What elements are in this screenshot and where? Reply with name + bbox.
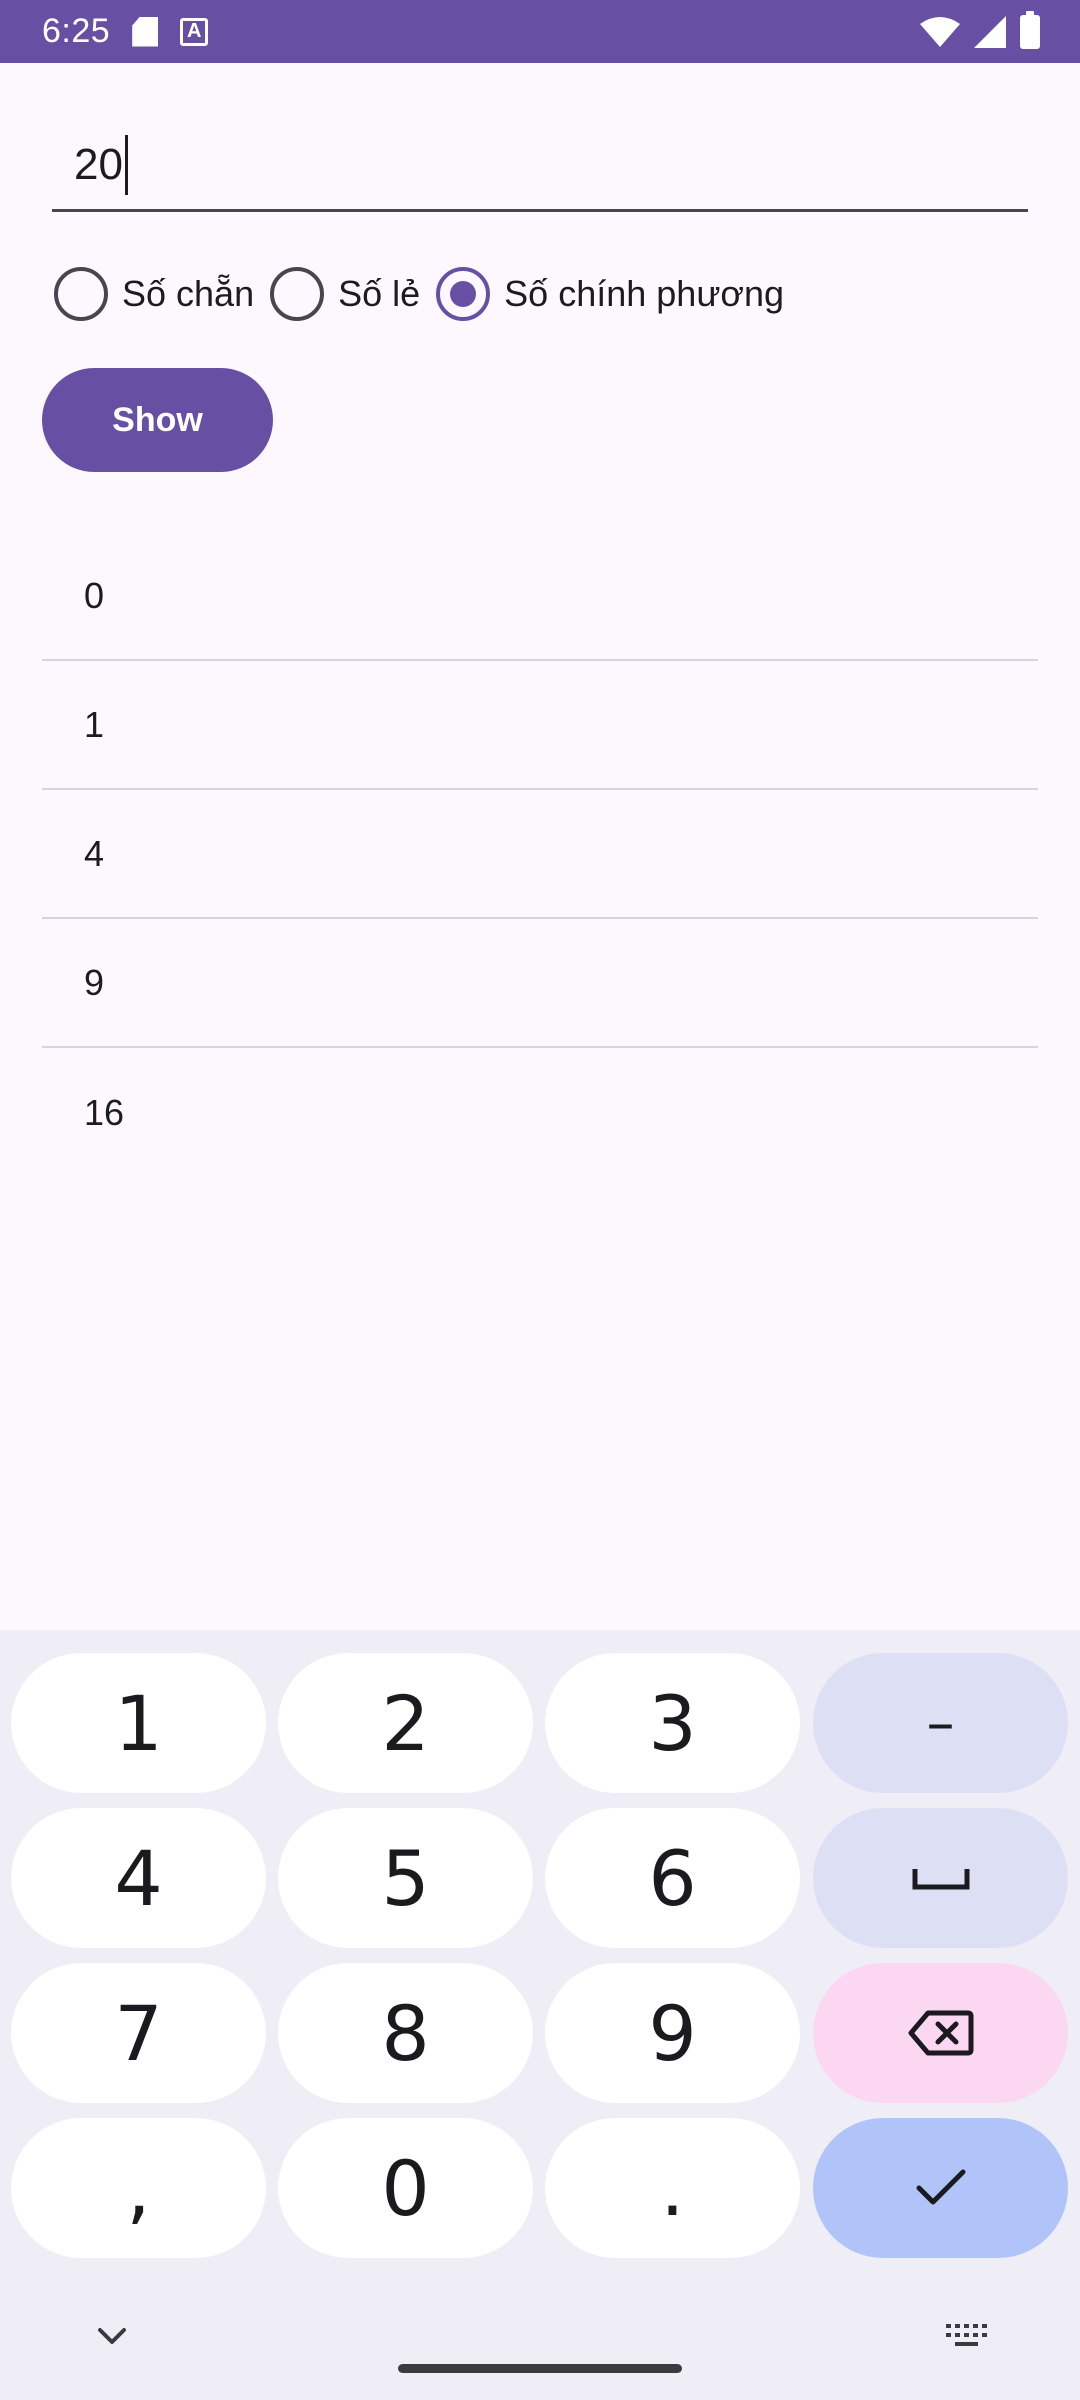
result-list: 0 1 4 9 16	[42, 532, 1038, 1177]
radio-button-unchecked-icon[interactable]	[270, 267, 325, 321]
radio-even[interactable]: Số chẵn	[54, 267, 254, 321]
space-bar-icon	[912, 1869, 969, 1890]
number-input-value: 20	[74, 139, 123, 189]
checkmark-icon	[916, 2169, 965, 2205]
text-a-icon: A	[180, 17, 209, 46]
text-cursor	[124, 134, 128, 195]
list-item[interactable]: 9	[42, 919, 1038, 1048]
list-item[interactable]: 1	[42, 661, 1038, 790]
key-8[interactable]: 8	[278, 1963, 533, 2103]
key-enter[interactable]	[813, 2118, 1068, 2258]
number-input[interactable]: 20	[52, 120, 1028, 212]
show-button[interactable]: Show	[42, 368, 273, 472]
key-period[interactable]: .	[545, 2118, 800, 2258]
backspace-icon	[908, 2010, 973, 2056]
key-2[interactable]: 2	[278, 1653, 533, 1793]
battery-icon	[1020, 10, 1040, 49]
key-3[interactable]: 3	[545, 1653, 800, 1793]
key-6[interactable]: 6	[545, 1808, 800, 1948]
radio-button-unchecked-icon[interactable]	[54, 267, 108, 321]
key-space[interactable]	[813, 1808, 1068, 1948]
list-item[interactable]: 4	[42, 790, 1038, 919]
home-indicator[interactable]	[398, 2364, 682, 2373]
radio-even-label: Số chẵn	[122, 273, 255, 314]
radio-button-checked-icon[interactable]	[436, 267, 491, 321]
key-comma[interactable]: ,	[11, 2118, 266, 2258]
key-minus[interactable]: –	[813, 1653, 1068, 1793]
list-item[interactable]: 16	[42, 1048, 1038, 1177]
cellular-signal-icon	[974, 15, 1006, 48]
status-time: 6:25	[42, 12, 111, 50]
key-0[interactable]: 0	[278, 2118, 533, 2258]
wifi-icon	[920, 16, 960, 47]
radio-odd-label: Số lẻ	[338, 273, 421, 314]
key-1[interactable]: 1	[11, 1653, 266, 1793]
sd-card-icon	[132, 16, 159, 47]
list-item[interactable]: 0	[42, 532, 1038, 661]
key-5[interactable]: 5	[278, 1808, 533, 1948]
chevron-down-icon[interactable]	[94, 2318, 130, 2354]
status-bar: 6:25 A	[0, 0, 1080, 63]
number-type-radio-group: Số chẵn Số lẻ Số chính phương	[54, 262, 800, 326]
key-7[interactable]: 7	[11, 1963, 266, 2103]
radio-square-label: Số chính phương	[504, 273, 785, 314]
key-9[interactable]: 9	[545, 1963, 800, 2103]
key-4[interactable]: 4	[11, 1808, 266, 1948]
keyboard-switch-icon[interactable]	[946, 2322, 990, 2350]
key-backspace[interactable]	[813, 1963, 1068, 2103]
radio-odd[interactable]: Số lẻ	[270, 267, 420, 321]
radio-square[interactable]: Số chính phương	[436, 267, 784, 321]
